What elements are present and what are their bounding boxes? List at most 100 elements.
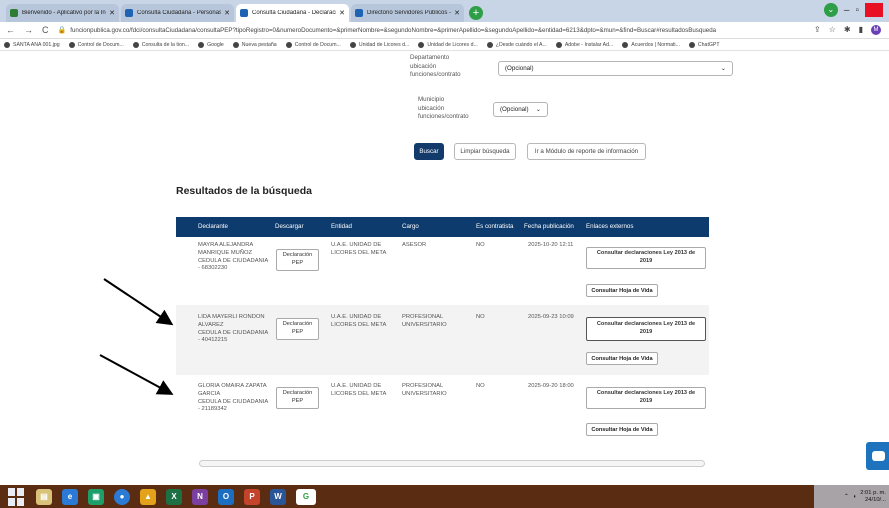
new-tab-button[interactable]: + [469, 6, 483, 20]
outlook-icon[interactable]: O [218, 488, 234, 505]
forward-icon[interactable]: → [24, 25, 33, 35]
lock-icon[interactable]: 🔒 [58, 26, 67, 34]
report-module-button[interactable]: Ir a Módulo de reporte de información [527, 143, 646, 160]
column-header: Cargo [402, 223, 419, 230]
department-label: Departamento ubicación funciones/contrat… [410, 54, 461, 79]
file-explorer-icon[interactable]: ▤ [36, 488, 52, 505]
system-tray: ⌃ ◖ 2:01 p. m. 24/10/... [814, 485, 889, 508]
url-field[interactable]: funcionpublica.gov.co/fdci/consultaCiuda… [70, 27, 814, 34]
cv-link[interactable]: Consultar Hoja de Vida [586, 284, 658, 297]
address-bar: ← → C 🔒 funcionpublica.gov.co/fdci/consu… [0, 22, 889, 39]
chrome-active-icon[interactable]: G [296, 488, 316, 505]
bookmark-item[interactable]: Google [198, 41, 224, 48]
chat-widget-button[interactable] [866, 442, 889, 470]
close-icon[interactable]: ✕ [454, 9, 460, 17]
declarant-cell: GLORIA OMAIRA ZAPATA GARCIA CEDULA DE CI… [198, 383, 269, 413]
avatar[interactable]: M [871, 25, 881, 35]
share-icon[interactable]: ⇪ [814, 25, 821, 35]
clear-search-button[interactable]: Limpiar búsqueda [454, 143, 516, 160]
bookmark-item[interactable]: Adobe - Instalar Ad... [555, 41, 613, 48]
bookmark-item[interactable]: ChatGPT [688, 41, 720, 48]
horizontal-scrollbar[interactable] [199, 460, 705, 467]
network-icon[interactable]: ⌃ [844, 494, 849, 500]
browser-tab[interactable]: Bienvenido - Aplicativo por la Ini ✕ [6, 4, 119, 22]
taskbar: ▤ e ▣ ● ▲ X N O P W G ⌃ ◖ 2:01 p. m. 24/… [0, 485, 889, 508]
column-header: Declarante [198, 223, 228, 230]
store-icon[interactable]: ▣ [88, 488, 104, 505]
download-pep-button[interactable]: Declaración PEP [276, 249, 319, 271]
chrome-icon[interactable]: ● [114, 488, 130, 505]
bookmark-icon [349, 41, 356, 48]
bookmark-item[interactable]: Consulta de la tion... [132, 41, 189, 48]
download-icon[interactable]: ⌄ [823, 3, 838, 17]
column-header: Descargar [275, 223, 304, 230]
bookmark-item[interactable]: SANTA ANA 001.jpg [4, 41, 60, 48]
cv-link[interactable]: Consultar Hoja de Vida [586, 352, 658, 365]
browser-tab[interactable]: Consulta Ciudadana - Personas ! ✕ [121, 4, 234, 22]
close-icon[interactable]: ✕ [109, 9, 115, 17]
bookmark-item[interactable]: Unidad de Licores d... [349, 41, 409, 48]
close-window-button[interactable] [865, 3, 883, 17]
column-header: Entidad [331, 223, 352, 230]
word-icon[interactable]: W [270, 488, 286, 505]
excel-icon[interactable]: X [166, 488, 182, 505]
download-pep-button[interactable]: Declaración PEP [276, 318, 319, 340]
close-icon[interactable]: ✕ [224, 9, 230, 17]
law-declarations-link[interactable]: Consultar declaraciones Ley 2013 de 2019 [586, 387, 706, 409]
bookmark-item[interactable]: Nueva pestaña [232, 41, 277, 48]
clock[interactable]: 2:01 p. m. 24/10/... [860, 490, 886, 504]
municipality-select[interactable]: (Opcional) ⌄ [493, 102, 548, 117]
position-cell: PROFESIONAL UNIVERSITARIO [402, 314, 447, 328]
page-icon [355, 9, 363, 17]
close-icon[interactable]: ✕ [339, 9, 345, 17]
law-declarations-link[interactable]: Consultar declaraciones Ley 2013 de 2019 [586, 317, 706, 341]
bookmark-icon [688, 41, 695, 48]
star-icon[interactable]: ☆ [829, 25, 836, 35]
powerpoint-icon[interactable]: P [244, 488, 260, 505]
law-declarations-link[interactable]: Consultar declaraciones Ley 2013 de 2019 [586, 247, 706, 269]
column-header: Enlaces externos [586, 223, 634, 230]
chevron-down-icon: ⌄ [535, 106, 541, 113]
restore-button[interactable]: ▫ [855, 5, 859, 16]
date-cell: 2025-10-20 12:11 [528, 242, 574, 248]
back-icon[interactable]: ← [6, 25, 15, 35]
windows-start-icon[interactable] [8, 487, 26, 506]
extensions-icon[interactable]: ✱ [844, 25, 851, 35]
table-row: GLORIA OMAIRA ZAPATA GARCIA CEDULA DE CI… [176, 375, 709, 443]
contractor-cell: NO [476, 314, 485, 320]
edge-icon[interactable]: e [62, 488, 78, 505]
reload-icon[interactable]: C [42, 25, 49, 35]
department-select[interactable]: (Opcional) ⌄ [498, 61, 733, 76]
annotation-arrow [99, 354, 174, 395]
bookmark-icon [4, 41, 10, 48]
onenote-icon[interactable]: N [192, 488, 208, 505]
bookmark-icon [486, 41, 493, 48]
browser-tab[interactable]: Directorio Servidores Públicos - ✕ [351, 4, 464, 22]
contractor-cell: NO [476, 242, 485, 248]
bookmark-icon [418, 41, 425, 48]
bookmark-item[interactable]: ¿Desde cuándo el A... [486, 41, 547, 48]
table-row: MAYRA ALEJANDRA MANRIQUE MUÑOZ CEDULA DE… [176, 237, 709, 305]
minimize-button[interactable]: – [844, 5, 850, 16]
explorer-icon[interactable]: ▲ [140, 488, 156, 505]
bookmark-item[interactable]: Control de Docum... [68, 41, 124, 48]
bookmark-icon [132, 41, 139, 48]
declarant-cell: LIDA MAYERLI RONDON ALVAREZ CEDULA DE CI… [198, 314, 269, 344]
volume-icon[interactable]: ◖ [853, 494, 857, 500]
bookmark-item[interactable]: Unidad de Licores d... [418, 41, 478, 48]
download-pep-button[interactable]: Declaración PEP [276, 387, 319, 409]
sidepanel-icon[interactable]: ▮ [859, 25, 863, 35]
results-table-header: Declarante Descargar Entidad Cargo Es co… [176, 217, 709, 237]
cv-link[interactable]: Consultar Hoja de Vida [586, 423, 658, 436]
bookmark-icon [232, 41, 239, 48]
bookmark-item[interactable]: Acuerdos | Normati... [622, 41, 680, 48]
date-cell: 2025-09-23 10:09 [528, 314, 574, 320]
bookmark-icon [555, 41, 562, 48]
search-button[interactable]: Buscar [414, 143, 444, 160]
bookmark-icon [198, 41, 205, 48]
bookmark-item[interactable]: Control de Docum... [285, 41, 341, 48]
annotation-arrow [103, 278, 174, 326]
browser-tab-active[interactable]: Consulta Ciudadana - Declaracio ✕ [236, 4, 349, 22]
bookmark-icon [622, 41, 629, 48]
page-icon [125, 9, 133, 17]
